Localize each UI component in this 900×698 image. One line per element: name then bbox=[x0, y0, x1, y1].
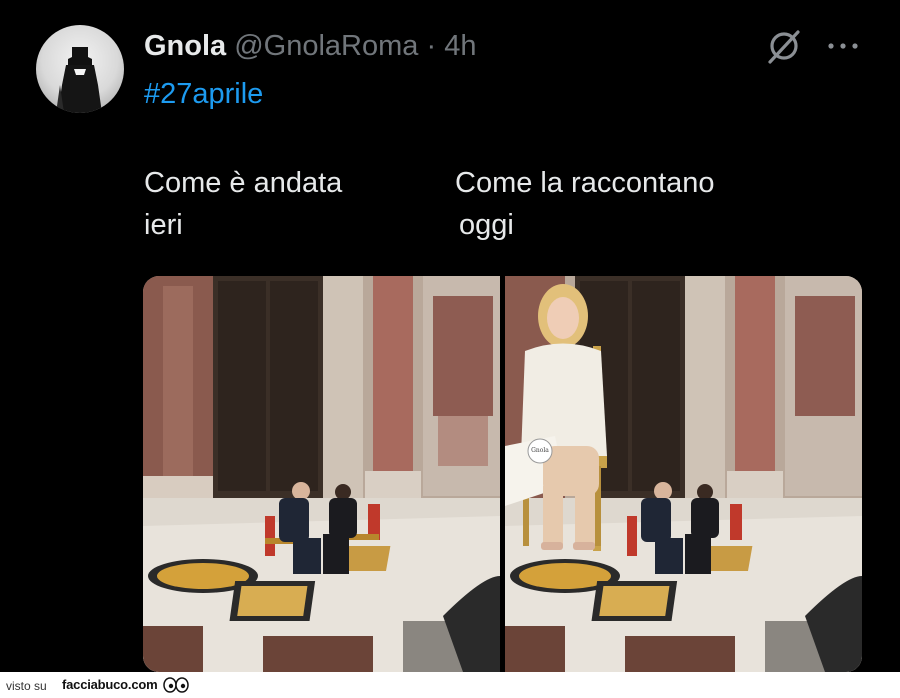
watermark-brand[interactable]: facciabuco.com bbox=[62, 677, 158, 692]
author-name[interactable]: Gnola bbox=[144, 30, 226, 62]
photo-right[interactable]: Gnola bbox=[505, 276, 862, 672]
caption-left-line-1: Come è andata bbox=[144, 167, 343, 199]
caption-right: Come la raccontano oggi bbox=[455, 162, 715, 246]
tweet-media[interactable]: Gnola bbox=[143, 276, 862, 672]
timestamp[interactable]: 4h bbox=[444, 30, 476, 62]
caption-left: Come è andata ieri bbox=[144, 162, 342, 246]
caption-right-line-1: Come la raccontano bbox=[455, 167, 715, 199]
watermark-bar: visto su facciabuco.com bbox=[0, 672, 900, 698]
more-icon[interactable] bbox=[826, 36, 860, 56]
caption-right-line-2: oggi bbox=[459, 209, 514, 241]
caption-left-line-2: ieri bbox=[144, 209, 183, 241]
author-handle[interactable]: @GnolaRoma bbox=[234, 30, 418, 62]
eyes-icon bbox=[163, 677, 189, 693]
badge-label: Gnola bbox=[531, 447, 549, 454]
avatar[interactable] bbox=[36, 25, 124, 113]
tweet-header: Gnola @GnolaRoma · 4h bbox=[144, 28, 476, 64]
hashtag-link[interactable]: #27aprile bbox=[144, 78, 263, 111]
photo-left[interactable] bbox=[143, 276, 500, 672]
separator-dot: · bbox=[426, 30, 437, 62]
grok-icon[interactable] bbox=[766, 28, 802, 64]
avatar-image bbox=[56, 47, 102, 113]
watermark-seen-on: visto su bbox=[6, 679, 47, 693]
